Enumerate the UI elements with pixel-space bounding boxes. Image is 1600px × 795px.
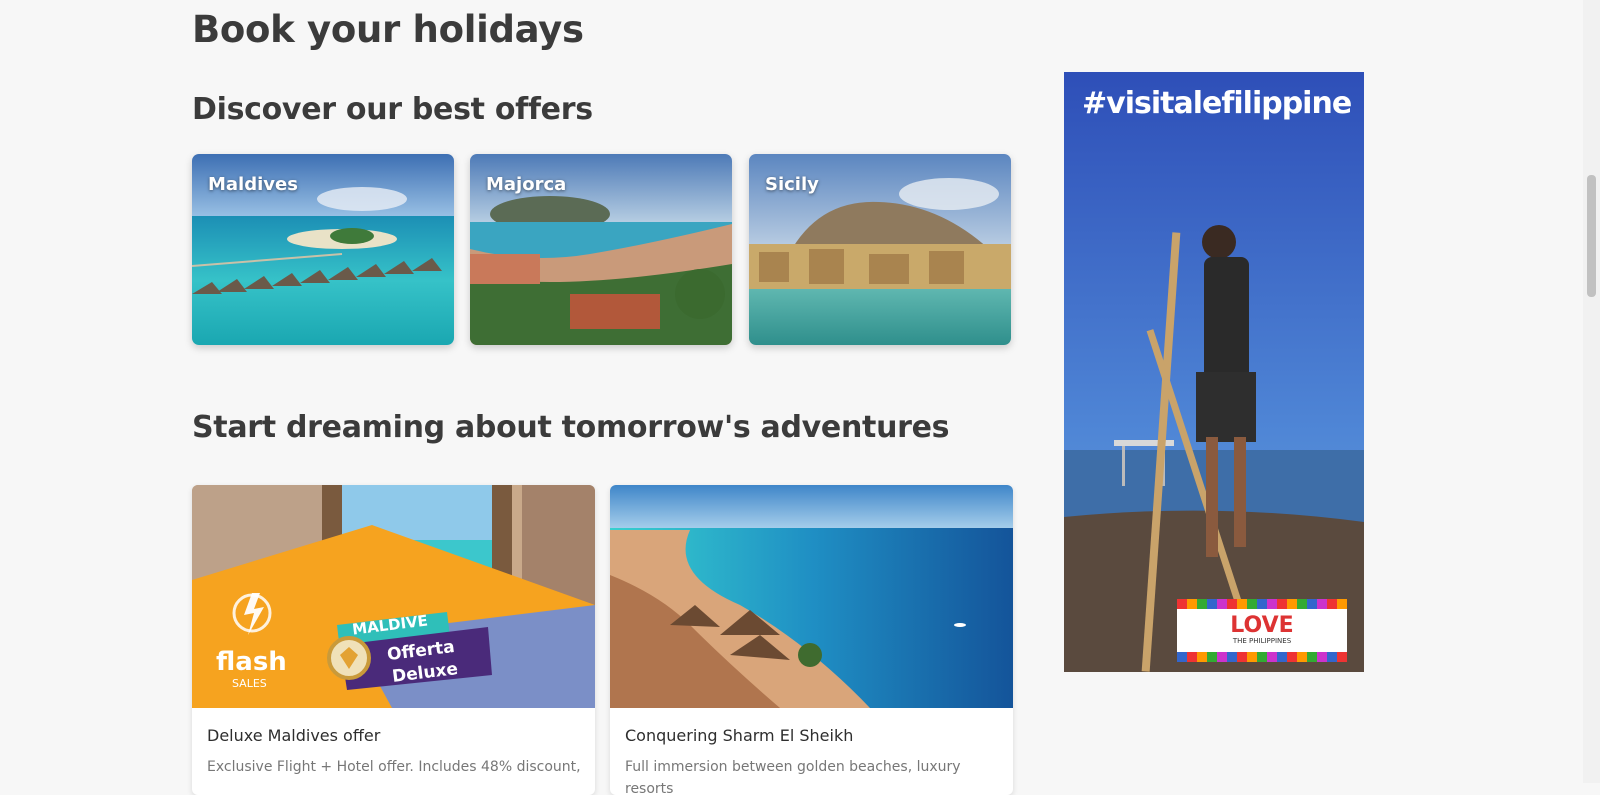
offer-label: Sicily [765,174,819,195]
deluxe-maldives-image: flash SALES MALDIVE Offerta Deluxe [192,485,595,708]
dream-card-maldives[interactable]: flash SALES MALDIVE Offerta Deluxe Delux… [192,485,595,795]
dream-card-title: Conquering Sharm El Sheikh [625,726,854,745]
offer-card-sicily[interactable]: Sicily [749,154,1011,345]
sharm-el-sheikh-image [610,485,1013,708]
love-text: LOVE [1230,613,1294,638]
dreams-heading: Start dreaming about tomorrow's adventur… [192,410,950,445]
ad-hashtag: #visitalefilippine [1082,86,1352,121]
page-scrollbar[interactable] [1583,0,1600,783]
offer-label: Maldives [208,174,298,195]
sales-badge-text: SALES [232,677,267,690]
love-subtext: THE PHILIPPINES [1232,637,1292,645]
scrollbar-thumb[interactable] [1587,175,1596,297]
page-title: Book your holidays [192,8,584,51]
flash-badge-text: flash [216,647,287,677]
offer-card-majorca[interactable]: Majorca [470,154,732,345]
dream-card-sharm[interactable]: Conquering Sharm El Sheikh Full immersio… [610,485,1013,795]
love-philippines-logo: LOVE THE PHILIPPINES [1177,599,1347,662]
offer-card-maldives[interactable]: Maldives [192,154,454,345]
offers-heading: Discover our best offers [192,92,593,127]
dream-card-title: Deluxe Maldives offer [207,726,381,745]
offer-label: Majorca [486,174,567,195]
dream-card-description: Exclusive Flight + Hotel offer. Includes… [207,759,581,775]
philippines-ad-banner[interactable]: #visitalefilippine LOVE THE PHILIPPINES [1064,72,1364,672]
ad-image [1064,72,1364,672]
dream-card-description: Full immersion between golden beaches, l… [625,759,961,795]
